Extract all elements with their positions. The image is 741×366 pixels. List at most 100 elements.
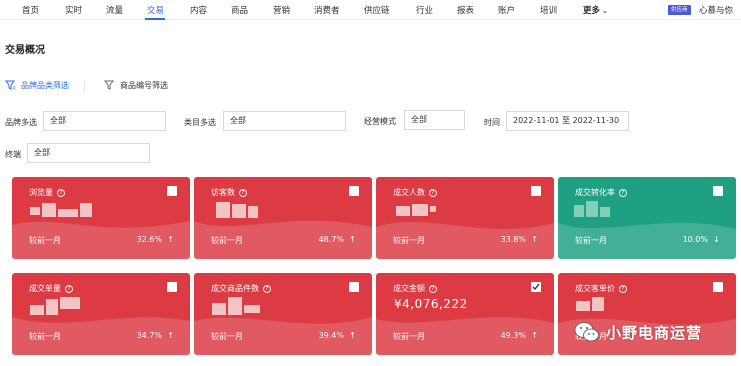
arrow-up-icon: ↑ xyxy=(349,331,356,340)
card-title: 成交商品件数? xyxy=(211,283,271,294)
nav-item-reports[interactable]: 报表 xyxy=(457,4,474,16)
checkmark-icon xyxy=(532,283,540,291)
card-title: 成交转化率? xyxy=(575,187,627,198)
filter-icon xyxy=(104,80,114,90)
card-title: 成交人数? xyxy=(393,187,437,198)
help-icon[interactable]: ? xyxy=(65,284,73,293)
filter-icon: R xyxy=(5,80,16,91)
time-filter-label: 时间 xyxy=(484,118,500,127)
card-checkbox-checked[interactable] xyxy=(531,282,541,292)
arrow-up-icon: ↑ xyxy=(531,331,538,340)
change-value: 39.4% xyxy=(318,331,344,340)
compare-label: 较前一月 xyxy=(29,236,61,245)
card-title-text: 成交金额 xyxy=(393,284,425,293)
metric-card-gmv[interactable]: 成交金额? ¥4,076,222 较前一月 49.3% ↑ xyxy=(376,273,554,355)
change-value: 49.3% xyxy=(500,331,526,340)
svg-text:R: R xyxy=(13,86,16,91)
nav-item-training[interactable]: 培训 xyxy=(540,4,557,16)
nav-more-label: 更多 xyxy=(583,6,601,16)
nav-item-content[interactable]: 内容 xyxy=(190,4,207,16)
nav-item-traffic[interactable]: 流量 xyxy=(106,4,123,16)
watermark: 小野电商运营 xyxy=(574,318,702,346)
arrow-up-icon: ↑ xyxy=(531,235,538,244)
help-icon[interactable]: ? xyxy=(263,284,271,293)
help-icon[interactable]: ? xyxy=(239,188,247,197)
change-value: 48.7% xyxy=(318,235,344,244)
help-icon[interactable]: ? xyxy=(429,188,437,197)
compare-label: 较前一月 xyxy=(393,236,425,245)
terminal-filter-label: 终端 xyxy=(5,150,21,159)
tab-divider xyxy=(84,80,85,93)
card-checkbox[interactable] xyxy=(349,282,359,292)
tab-brand-category-filter[interactable]: R 品牌品类筛选 xyxy=(5,80,69,91)
metric-value: ¥4,076,222 xyxy=(394,297,468,311)
metric-card-buyers[interactable]: 成交人数? 较前一月 33.8% ↑ xyxy=(376,177,554,259)
help-icon[interactable]: ? xyxy=(429,284,437,293)
compare-label: 较前一月 xyxy=(211,236,243,245)
card-checkbox[interactable] xyxy=(713,282,723,292)
metric-card-orders[interactable]: 成交单量? 较前一月 34.7% ↑ xyxy=(12,273,190,355)
top-nav: 首页 实时 流量 交易 内容 商品 营销 消费者 供应链 行业 报表 账户 培训… xyxy=(0,0,741,20)
date-range-picker[interactable]: 2022-11-01 至 2022-11-30 xyxy=(506,111,629,131)
change-value: 33.8% xyxy=(500,235,526,244)
nav-item-marketing[interactable]: 营销 xyxy=(273,4,290,16)
change-value: 32.6% xyxy=(136,235,162,244)
arrow-up-icon: ↑ xyxy=(167,235,174,244)
nav-item-supply-chain[interactable]: 供应链 xyxy=(364,4,390,16)
nav-item-industry[interactable]: 行业 xyxy=(416,4,433,16)
card-checkbox[interactable] xyxy=(167,186,177,196)
tab-product-code-label: 商品编号筛选 xyxy=(120,81,168,90)
nav-item-consumer[interactable]: 消费者 xyxy=(314,4,340,16)
category-select[interactable]: 全部 xyxy=(223,111,346,131)
username[interactable]: 心慕与你 xyxy=(699,4,733,16)
change-value: 34.7% xyxy=(136,331,162,340)
help-icon[interactable]: ? xyxy=(619,284,627,293)
nav-more-button[interactable]: 更多 ⌄ xyxy=(583,4,608,16)
nav-item-trade[interactable]: 交易 xyxy=(147,4,164,16)
card-checkbox[interactable] xyxy=(349,186,359,196)
card-checkbox[interactable] xyxy=(167,282,177,292)
card-title: 成交客单价? xyxy=(575,283,627,294)
arrow-up-icon: ↑ xyxy=(349,235,356,244)
wechat-icon xyxy=(574,322,599,342)
card-title: 访客数? xyxy=(211,187,247,198)
card-title: 浏览量? xyxy=(29,187,65,198)
nav-item-home[interactable]: 首页 xyxy=(22,4,39,16)
tab-brand-category-label: 品牌品类筛选 xyxy=(21,81,69,90)
compare-label: 较前一月 xyxy=(211,332,243,341)
tab-product-code-filter[interactable]: 商品编号筛选 xyxy=(104,80,168,91)
nav-item-realtime[interactable]: 实时 xyxy=(65,4,82,16)
category-filter-label: 类目多选 xyxy=(184,118,216,127)
active-tab-indicator xyxy=(145,18,165,20)
chevron-down-icon: ⌄ xyxy=(602,7,608,15)
card-title-text: 浏览量 xyxy=(29,188,53,197)
role-badge: 供应商 xyxy=(668,5,691,15)
brand-select[interactable]: 全部 xyxy=(43,111,166,131)
compare-label: 较前一月 xyxy=(29,332,61,341)
metric-card-conversion-rate[interactable]: 成交转化率? 较前一月 10.0% ↓ xyxy=(558,177,736,259)
card-title: 成交金额? xyxy=(393,283,437,294)
card-title: 成交单量? xyxy=(29,283,73,294)
watermark-text: 小野电商运营 xyxy=(606,323,703,342)
compare-label: 较前一月 xyxy=(575,236,607,245)
change-value: 10.0% xyxy=(682,235,708,244)
card-checkbox[interactable] xyxy=(531,186,541,196)
mode-select[interactable]: 全部 xyxy=(404,110,465,130)
help-icon[interactable]: ? xyxy=(619,188,627,197)
metric-card-pageviews[interactable]: 浏览量? 较前一月 32.6% ↑ xyxy=(12,177,190,259)
nav-item-product[interactable]: 商品 xyxy=(231,4,248,16)
card-title-text: 成交商品件数 xyxy=(211,284,259,293)
card-checkbox[interactable] xyxy=(713,186,723,196)
brand-filter-label: 品牌多选 xyxy=(5,118,37,127)
nav-item-account[interactable]: 账户 xyxy=(498,4,515,16)
mode-filter-label: 经营模式 xyxy=(364,117,396,126)
terminal-select[interactable]: 全部 xyxy=(27,143,150,163)
page-title: 交易概况 xyxy=(5,45,45,56)
card-title-text: 成交转化率 xyxy=(575,188,615,197)
help-icon[interactable]: ? xyxy=(57,188,65,197)
metric-card-visitors[interactable]: 访客数? 较前一月 48.7% ↑ xyxy=(194,177,372,259)
card-title-text: 成交客单价 xyxy=(575,284,615,293)
arrow-down-icon: ↓ xyxy=(713,235,720,244)
metric-card-items-sold[interactable]: 成交商品件数? 较前一月 39.4% ↑ xyxy=(194,273,372,355)
card-title-text: 访客数 xyxy=(211,188,235,197)
